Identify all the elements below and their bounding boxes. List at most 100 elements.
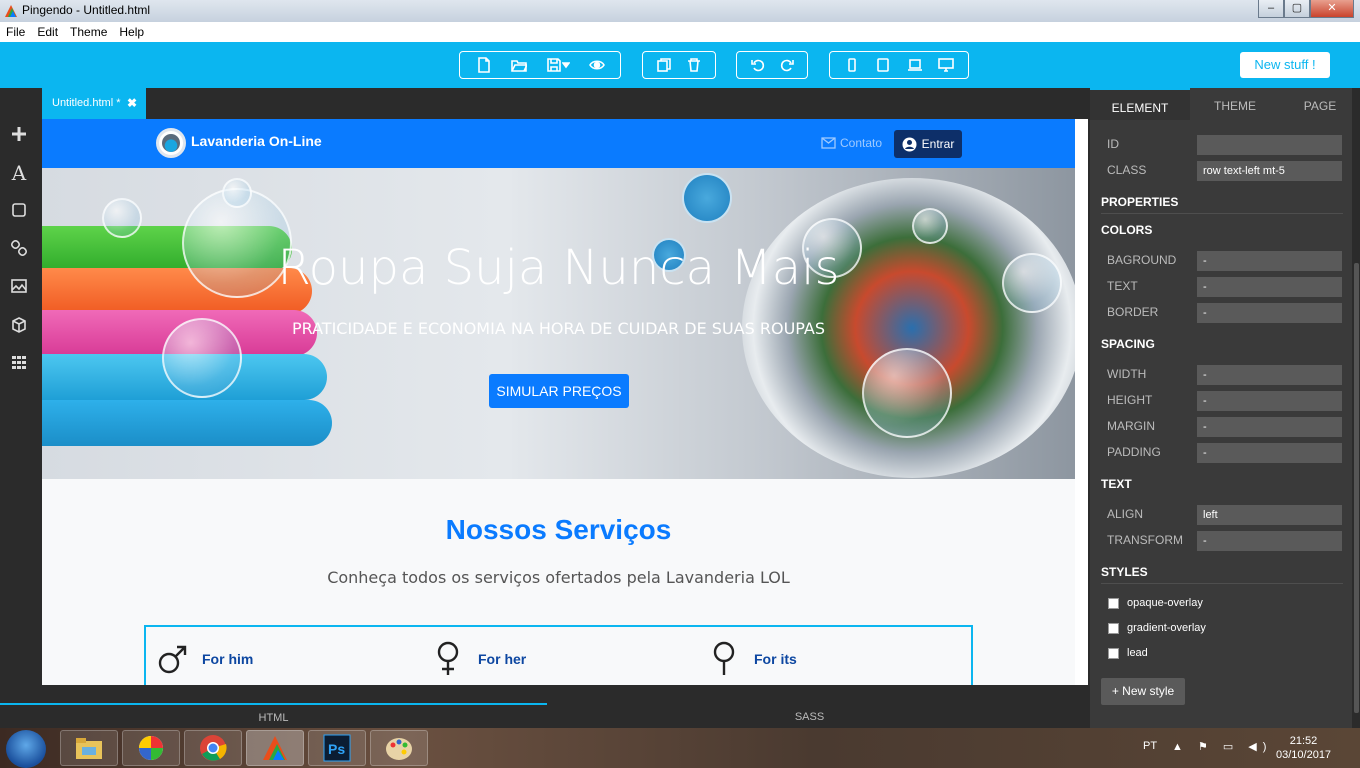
add-element-button[interactable] [9, 124, 29, 144]
photoshop-icon: Ps [323, 734, 351, 762]
taskbar-chrome[interactable] [184, 730, 242, 766]
panel-scrollbar[interactable] [1352, 88, 1360, 728]
cube-icon [12, 317, 26, 333]
id-input[interactable] [1197, 135, 1342, 155]
hero-title[interactable]: Roupa Suja Nunca Mais [42, 240, 1075, 296]
new-file-button[interactable] [469, 53, 499, 77]
menu-help[interactable]: Help [113, 22, 150, 39]
hero-subtitle[interactable]: PRATICIDADE E ECONOMIA NA HORA DE CUIDAR… [42, 319, 1075, 338]
grid-button[interactable] [9, 352, 29, 372]
tablet-view-button[interactable] [868, 53, 898, 77]
laptop-view-button[interactable] [900, 53, 930, 77]
components-button[interactable] [9, 315, 29, 335]
new-stuff-button[interactable]: New stuff ! [1240, 52, 1330, 78]
tab-sass[interactable]: SASS [547, 703, 1072, 728]
class-input[interactable]: row text-left mt-5 [1197, 161, 1342, 181]
typography-button[interactable]: A [9, 161, 29, 185]
taskbar-photoshop[interactable]: Ps [308, 730, 366, 766]
pingendo-logo-icon [5, 5, 17, 17]
service-for-its[interactable]: For its [708, 641, 797, 677]
taskbar-paint[interactable] [370, 730, 428, 766]
neutral-symbol-icon [713, 641, 735, 675]
padding-input[interactable]: - [1197, 443, 1342, 463]
entrar-button[interactable]: Entrar [894, 130, 962, 158]
new-style-button[interactable]: + New style [1101, 678, 1185, 705]
preview-button[interactable] [582, 53, 612, 77]
transform-input[interactable]: - [1197, 531, 1342, 551]
links-button[interactable] [9, 238, 29, 258]
style-option-gradient-overlay[interactable]: gradient-overlay [1108, 622, 1206, 634]
service-for-her[interactable]: For her [432, 641, 526, 677]
phone-view-button[interactable] [837, 53, 867, 77]
contato-link[interactable]: Contato [821, 136, 882, 150]
width-input[interactable]: - [1197, 365, 1342, 385]
checkbox[interactable] [1108, 597, 1119, 609]
background-input[interactable]: - [1197, 251, 1342, 271]
paint-palette-icon [386, 738, 412, 760]
trash-icon [688, 58, 700, 72]
simular-precos-button[interactable]: SIMULAR PREÇOS [489, 374, 629, 408]
save-button[interactable] [539, 53, 577, 77]
system-tray[interactable]: ▲ ⚑ ▭ ◀) [1172, 740, 1272, 753]
align-input[interactable]: left [1197, 505, 1342, 525]
hero-section[interactable]: Roupa Suja Nunca Mais PRATICIDADE E ECON… [42, 168, 1075, 479]
style-option-lead[interactable]: lead [1108, 647, 1148, 659]
minimize-button[interactable]: – [1258, 0, 1284, 18]
language-indicator[interactable]: PT [1143, 740, 1157, 752]
site-brand[interactable]: Lavanderia On-Line [191, 133, 322, 149]
style-option-opaque-overlay[interactable]: opaque-overlay [1108, 597, 1203, 609]
properties-panel: ELEMENT THEME PAGE ID CLASS row text-lef… [1090, 88, 1352, 728]
tab-element[interactable]: ELEMENT [1090, 88, 1190, 120]
redo-button[interactable] [772, 53, 801, 77]
checkbox[interactable] [1108, 647, 1119, 659]
taskbar-explorer[interactable] [60, 730, 118, 766]
text-color-input[interactable]: - [1197, 277, 1342, 297]
service-for-him[interactable]: For him [156, 641, 253, 677]
start-button[interactable] [6, 730, 46, 768]
services-title[interactable]: Nossos Serviços [42, 514, 1075, 546]
checkbox[interactable] [1108, 622, 1119, 634]
tab-theme[interactable]: THEME [1190, 88, 1280, 120]
device-tool-group [829, 51, 969, 79]
open-folder-button[interactable] [504, 53, 534, 77]
menu-theme[interactable]: Theme [64, 22, 113, 39]
margin-input[interactable]: - [1197, 417, 1342, 437]
redo-icon [780, 59, 794, 72]
taskbar-picasa[interactable] [122, 730, 180, 766]
tab-html[interactable]: HTML [0, 703, 547, 728]
delete-button[interactable] [679, 53, 709, 77]
selected-services-row[interactable]: For him For her For its [144, 625, 973, 685]
tab-page[interactable]: PAGE [1280, 88, 1360, 120]
service-label: For her [478, 651, 527, 667]
height-input[interactable]: - [1197, 391, 1342, 411]
maximize-button[interactable]: ▢ [1284, 0, 1310, 18]
close-window-button[interactable]: ✕ [1310, 0, 1354, 18]
windows-taskbar: Ps PT ▲ ⚑ ▭ ◀) 21:52 03/10/2017 [0, 728, 1360, 768]
duplicate-button[interactable] [649, 53, 679, 77]
design-canvas[interactable]: Lavanderia On-Line Contato Entrar Roupa … [42, 119, 1075, 685]
window-title: Pingendo - Untitled.html [22, 3, 151, 17]
panel-scrollbar-thumb[interactable] [1354, 263, 1359, 713]
layout-button[interactable] [9, 200, 29, 220]
services-subtitle[interactable]: Conheça todos os serviços ofertados pela… [42, 568, 1075, 587]
undo-button[interactable] [743, 53, 772, 77]
edit-tool-group [642, 51, 716, 79]
history-tool-group [736, 51, 808, 79]
taskbar-pingendo[interactable] [246, 730, 304, 766]
menu-edit[interactable]: Edit [31, 22, 64, 39]
canvas-scrollbar[interactable] [1075, 119, 1088, 685]
document-tab[interactable]: Untitled.html * ✖ [42, 88, 146, 119]
male-symbol-icon [158, 645, 187, 674]
spacing-heading: SPACING [1101, 337, 1155, 351]
site-navbar[interactable]: Lavanderia On-Line Contato Entrar [42, 119, 1075, 168]
images-button[interactable] [9, 276, 29, 296]
left-sidebar: A [0, 88, 40, 688]
styles-heading: STYLES [1101, 565, 1343, 584]
service-label: For its [754, 651, 797, 667]
border-input[interactable]: - [1197, 303, 1342, 323]
menu-file[interactable]: File [0, 22, 31, 39]
close-tab-icon[interactable]: ✖ [127, 88, 137, 119]
desktop-view-button[interactable] [931, 53, 961, 77]
image-icon [11, 279, 27, 293]
clock[interactable]: 21:52 03/10/2017 [1276, 734, 1331, 762]
